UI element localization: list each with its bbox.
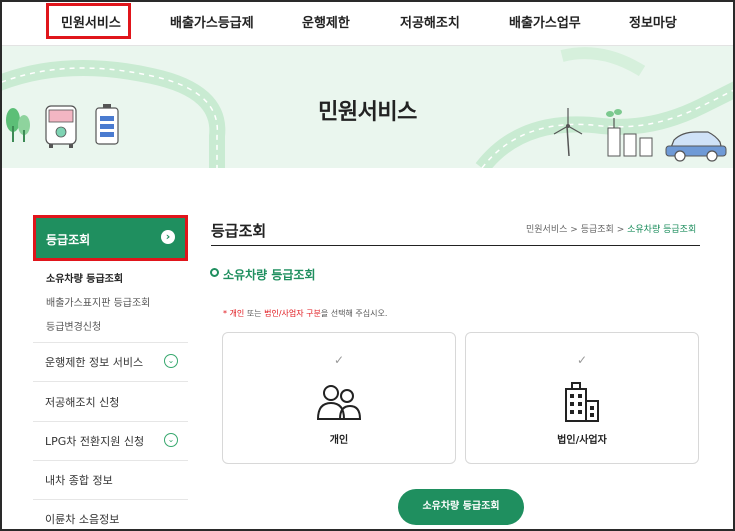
breadcrumb-item[interactable]: 민원서비스 (526, 225, 567, 235)
card-corporate[interactable]: ✓ 법인/사업자 (465, 332, 699, 464)
check-icon: ✓ (576, 353, 588, 367)
sidebar-item-lpg[interactable]: LPG차 전환지원 신청 ⌄ (33, 421, 188, 461)
sidebar-item-label: 내차 종합 정보 (45, 474, 113, 487)
notice-text: * 개인 또는 법인/사업자 구분을 선택해 주십시오. (223, 309, 388, 318)
sidebar-active-label: 등급조회 (46, 233, 91, 247)
nav-item-emission-work[interactable]: 배출가스업무 (509, 12, 581, 31)
check-icon: ✓ (333, 353, 345, 367)
title-divider (211, 245, 700, 246)
page-frame: 민원서비스 배출가스등급제 운행제한 저공해조치 배출가스업무 정보마당 민원서… (0, 0, 735, 531)
card-individual[interactable]: ✓ 개인 (222, 332, 456, 464)
breadcrumb-separator: > (616, 225, 625, 235)
sidebar-item-label: 이륜차 소음정보 (45, 513, 120, 526)
people-icon (316, 385, 362, 420)
page-title: 등급조회 (211, 222, 267, 240)
banner-title: 민원서비스 (318, 100, 417, 125)
sidebar-item-my-car[interactable]: 내차 종합 정보 (33, 460, 188, 500)
nav-item-low-emission[interactable]: 저공해조치 (400, 12, 460, 31)
section-title: 소유차량 등급조회 (223, 268, 316, 282)
sidebar-item-grade-lookup[interactable]: 등급조회 › (33, 215, 188, 261)
sidebar-item-label: 운행제한 정보 서비스 (45, 356, 144, 369)
sidebar-item-label: 저공해조치 신청 (45, 396, 120, 409)
building-icon (565, 382, 599, 422)
sidebar-subitem-owned-vehicle[interactable]: 소유차량 등급조회 (46, 270, 123, 285)
sidebar-item-low-emission[interactable]: 저공해조치 신청 (33, 382, 188, 422)
sidebar-subitem-grade-change[interactable]: 등급변경신청 (46, 318, 101, 333)
sidebar-item-label: LPG차 전환지원 신청 (45, 435, 145, 448)
breadcrumb-current: 소유차량 등급조회 (627, 225, 697, 235)
chevron-down-icon: ⌄ (164, 433, 178, 447)
sidebar-item-motorcycle-noise[interactable]: 이륜차 소음정보 (33, 499, 188, 529)
bullet-icon (210, 268, 219, 277)
sidebar-subitem-sign-grade[interactable]: 배출가스표지판 등급조회 (46, 294, 150, 309)
card-label: 법인/사업자 (557, 435, 607, 446)
breadcrumb-item[interactable]: 등급조회 (581, 225, 614, 235)
chevron-right-icon: › (161, 230, 175, 244)
nav-item-info[interactable]: 정보마당 (629, 12, 677, 31)
lookup-button[interactable]: 소유차량 등급조회 (398, 489, 524, 525)
banner: 민원서비스 (2, 46, 733, 168)
sidebar-item-driving-info[interactable]: 운행제한 정보 서비스 ⌄ (33, 342, 188, 382)
chevron-down-icon: ⌄ (164, 354, 178, 368)
nav-item-driving-restriction[interactable]: 운행제한 (302, 12, 350, 31)
top-nav: 민원서비스 배출가스등급제 운행제한 저공해조치 배출가스업무 정보마당 (2, 2, 733, 46)
highlight-box (46, 3, 131, 39)
breadcrumb: 민원서비스 > 등급조회 > 소유차량 등급조회 (526, 222, 696, 235)
breadcrumb-separator: > (570, 225, 578, 235)
nav-item-emission-grade[interactable]: 배출가스등급제 (170, 12, 254, 31)
card-label: 개인 (329, 435, 349, 446)
